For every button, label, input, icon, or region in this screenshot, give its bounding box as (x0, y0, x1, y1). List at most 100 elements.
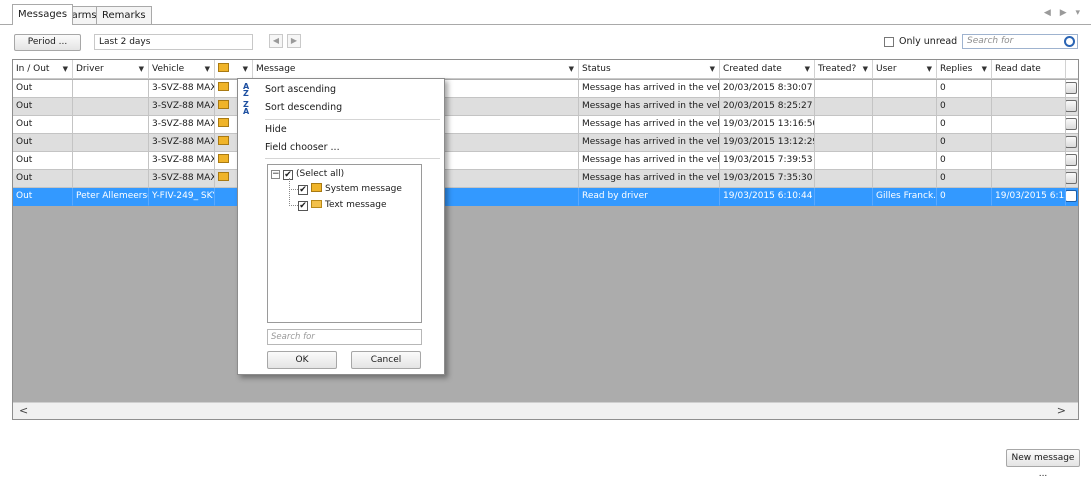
cell-read (992, 152, 1066, 170)
system-message-icon (218, 118, 229, 127)
tab-scroll-arrows[interactable]: ◀ ▶ ▾ (1044, 8, 1083, 18)
action-cell (1066, 170, 1078, 188)
table-row[interactable]: OutPeter AllemeerschY-FIV-249_ SKY Read b… (13, 188, 1078, 206)
cell-inout: Out (13, 134, 73, 152)
search-input[interactable]: Search for (962, 34, 1078, 49)
inbox-icon[interactable] (1066, 100, 1077, 112)
search-icon[interactable] (1064, 36, 1075, 47)
period-field[interactable]: Last 2 days (94, 34, 253, 50)
col-header-user[interactable]: User ▼ (873, 60, 937, 79)
sort-ascending-icon: AZ (243, 82, 250, 98)
cell-user (873, 134, 937, 152)
messages-grid: In / Out ▼ Driver ▼ Vehicle ▼ ▼ Message ▼ St… (12, 59, 1079, 420)
col-header-driver[interactable]: Driver ▼ (73, 60, 149, 79)
system-message-icon (311, 183, 322, 192)
menu-separator (265, 119, 440, 120)
cell-driver (73, 98, 149, 116)
tab-remarks[interactable]: Remarks (96, 6, 152, 25)
col-header-replies[interactable]: Replies ▼ (937, 60, 992, 79)
only-unread-checkbox[interactable] (884, 37, 894, 47)
cell-driver (73, 116, 149, 134)
period-button[interactable]: Period ... (14, 34, 81, 51)
cell-inout: Out (13, 188, 73, 206)
message-type-icon (218, 63, 229, 72)
action-cell (1066, 188, 1078, 206)
filter-value-list: − ✔ (Select all) ✔ System message ✔ Text mes… (267, 164, 422, 323)
col-header-inout[interactable]: In / Out ▼ (13, 60, 73, 79)
table-row[interactable]: Out3-SVZ-88 MAX00w71TVaAw00eb1U4eu41U9..… (13, 116, 1078, 134)
menu-separator (265, 158, 440, 159)
action-cell (1066, 80, 1078, 98)
col-header-action (1066, 60, 1078, 79)
cell-user (873, 98, 937, 116)
period-prev-button[interactable]: ◀ (269, 34, 283, 48)
col-header-type[interactable]: ▼ (215, 60, 253, 79)
table-row[interactable]: Out3-SVZ-88 MAXs00xB1TVaAw00eb1U4eu41U9.… (13, 80, 1078, 98)
cell-read: 19/03/2015 6:12: (992, 188, 1066, 206)
cell-treated (815, 152, 873, 170)
cell-created: 19/03/2015 13:16:50 (720, 116, 815, 134)
text-message-checkbox[interactable]: ✔ (298, 201, 308, 211)
cell-treated (815, 170, 873, 188)
cell-vehicle: 3-SVZ-88 MAX (149, 152, 215, 170)
sort-ascending-item[interactable]: AZ Sort ascending (238, 81, 444, 99)
cell-driver: Peter Allemeersch (73, 188, 149, 206)
select-all-checkbox[interactable]: ✔ (283, 170, 293, 180)
cell-created: 20/03/2015 8:25:27 (720, 98, 815, 116)
table-row[interactable]: Out3-SVZ-88 MAXs00uB1TVaAw00eb1U4eu41U8.… (13, 152, 1078, 170)
period-next-button[interactable]: ▶ (287, 34, 301, 48)
sort-descending-item[interactable]: ZA Sort descending (238, 99, 444, 117)
hide-item[interactable]: Hide (238, 121, 444, 139)
scroll-left-arrow[interactable]: < (19, 403, 28, 419)
col-header-created[interactable]: Created date ▼ (720, 60, 815, 79)
table-row[interactable]: Out3-SVZ-88 MAXgs00xB1TVaAw00eb1U4eu41U.… (13, 98, 1078, 116)
scroll-right-arrow[interactable]: > (1057, 403, 1066, 419)
inbox-icon[interactable] (1066, 118, 1077, 130)
inbox-icon[interactable] (1066, 154, 1077, 166)
col-header-vehicle[interactable]: Vehicle ▼ (149, 60, 215, 79)
table-row[interactable]: Out3-SVZ-88 MAXs00w71TVaAw00eb1U4eu41U9.… (13, 134, 1078, 152)
cell-read (992, 98, 1066, 116)
cell-inout: Out (13, 116, 73, 134)
cell-driver (73, 170, 149, 188)
cell-replies: 0 (937, 170, 992, 188)
cell-status: Message has arrived in the vehicle. (579, 116, 720, 134)
cell-status: Message has arrived in the vehicle. (579, 170, 720, 188)
cell-driver (73, 134, 149, 152)
search-placeholder: Search for (967, 36, 1014, 46)
select-all-item[interactable]: − ✔ (Select all) (271, 167, 344, 182)
cell-replies: 0 (937, 80, 992, 98)
cell-status: Message has arrived in the vehicle. (579, 98, 720, 116)
cell-vehicle: Y-FIV-249_ SKY (149, 188, 215, 206)
new-message-button[interactable]: New message ... (1006, 449, 1080, 479)
filter-item-text-message[interactable]: ✔ Text message (298, 198, 387, 213)
cell-replies: 0 (937, 98, 992, 116)
field-chooser-item[interactable]: Field chooser ... (238, 139, 444, 157)
cell-inout: Out (13, 98, 73, 116)
col-header-status[interactable]: Status ▼ (579, 60, 720, 79)
col-header-message[interactable]: Message ▼ (253, 60, 579, 79)
cell-read (992, 80, 1066, 98)
horizontal-scrollbar[interactable]: < > (13, 402, 1078, 419)
col-header-read-date[interactable]: Read date (992, 60, 1066, 79)
inbox-icon[interactable] (1066, 82, 1077, 94)
cell-status: Read by driver (579, 188, 720, 206)
ok-button[interactable]: OK (267, 351, 337, 369)
tab-messages[interactable]: Messages (12, 4, 74, 25)
inbox-icon[interactable] (1066, 190, 1077, 202)
cell-replies: 0 (937, 188, 992, 206)
filter-item-system-message[interactable]: ✔ System message (298, 182, 402, 197)
system-message-checkbox[interactable]: ✔ (298, 185, 308, 195)
action-cell (1066, 98, 1078, 116)
table-row[interactable]: Out3-SVZ-88 MAX00uB1TVaAw00eb1U4eu41U8c.… (13, 170, 1078, 188)
cell-vehicle: 3-SVZ-88 MAX (149, 134, 215, 152)
grid-header: In / Out ▼ Driver ▼ Vehicle ▼ ▼ Message ▼ St… (13, 60, 1078, 79)
collapse-icon[interactable]: − (271, 170, 280, 179)
cell-status: Message has arrived in the vehicle. (579, 134, 720, 152)
inbox-icon[interactable] (1066, 136, 1077, 148)
cancel-button[interactable]: Cancel (351, 351, 421, 369)
inbox-icon[interactable] (1066, 172, 1077, 184)
popup-search-input[interactable]: Search for (267, 329, 422, 345)
cell-user (873, 170, 937, 188)
col-header-treated[interactable]: Treated? ▼ (815, 60, 873, 79)
